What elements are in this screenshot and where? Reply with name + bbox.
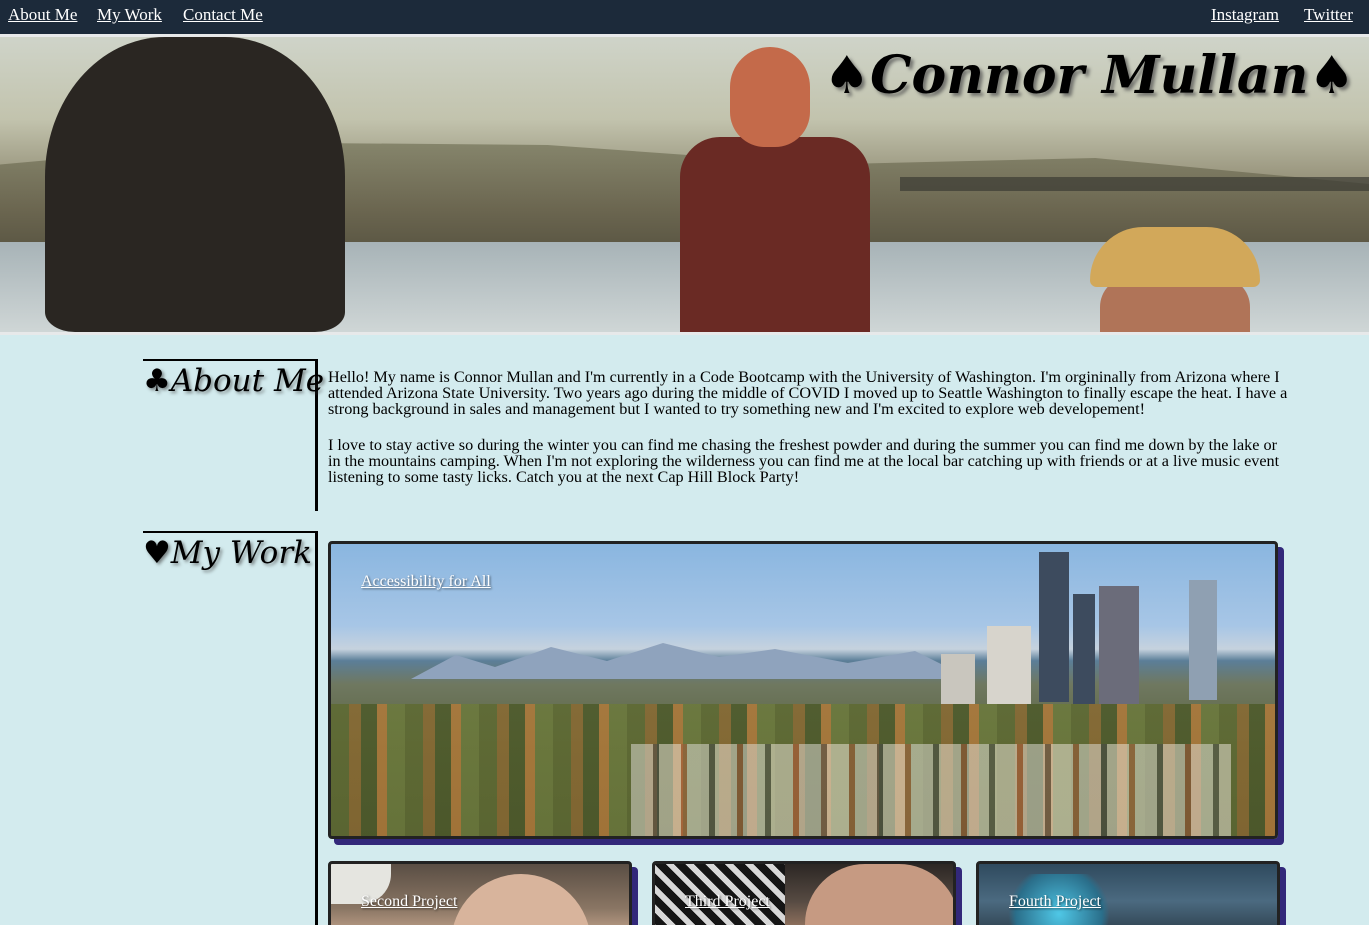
hero-person-yellow-cap	[1090, 227, 1260, 287]
project-image-mountains	[411, 643, 971, 679]
project-link-second[interactable]: Second Project	[361, 893, 457, 911]
top-nav: About Me My Work Contact Me Instagram Tw…	[0, 0, 1369, 34]
project-image-tower	[1099, 586, 1139, 704]
project-image-face	[805, 864, 953, 925]
project-card-main[interactable]: Accessibility for All	[328, 541, 1278, 839]
nav-contact-me-link[interactable]: Contact Me	[183, 5, 263, 25]
project-image-tower	[1039, 552, 1069, 702]
about-me-heading: ♣About Me	[143, 363, 325, 399]
nav-my-work-link[interactable]: My Work	[97, 5, 162, 25]
nav-twitter-link[interactable]: Twitter	[1304, 5, 1353, 25]
hero-person-cap	[1050, 217, 1280, 332]
hero-person-vest	[680, 137, 870, 332]
hero-banner: ♠Connor Mullan♠	[0, 37, 1369, 332]
project-image-tower	[941, 654, 975, 704]
project-image-face	[451, 874, 591, 925]
project-image-tower	[987, 626, 1031, 704]
project-card-fourth[interactable]: Fourth Project	[976, 861, 1280, 925]
about-paragraph-2: I love to stay active so during the wint…	[328, 436, 1280, 486]
my-work-heading-block: ♥My Work	[143, 531, 318, 925]
about-paragraph-1: Hello! My name is Connor Mullan and I'm …	[328, 368, 1288, 418]
hero-person-hooded	[45, 37, 345, 332]
about-me-heading-block: ♣About Me	[143, 359, 325, 511]
hero-divider	[0, 332, 1369, 335]
project-image-houses	[631, 744, 1231, 836]
project-link-accessibility[interactable]: Accessibility for All	[361, 573, 491, 591]
my-work-heading: ♥My Work	[143, 535, 312, 571]
nav-about-me-link[interactable]: About Me	[8, 5, 77, 25]
hero-person-head	[730, 47, 810, 147]
nav-instagram-link[interactable]: Instagram	[1211, 5, 1279, 25]
project-card-second[interactable]: Second Project	[328, 861, 632, 925]
project-link-third[interactable]: Third Project	[685, 893, 770, 911]
site-title: ♠Connor Mullan♠	[823, 45, 1355, 106]
project-link-fourth[interactable]: Fourth Project	[1009, 893, 1101, 911]
my-work-divider	[315, 531, 318, 925]
about-me-text: Hello! My name is Connor Mullan and I'm …	[328, 369, 1288, 505]
project-image-tower	[1073, 594, 1095, 704]
project-image-tower	[1189, 580, 1217, 700]
project-card-third[interactable]: Third Project	[652, 861, 956, 925]
hero-bridge	[900, 177, 1369, 191]
